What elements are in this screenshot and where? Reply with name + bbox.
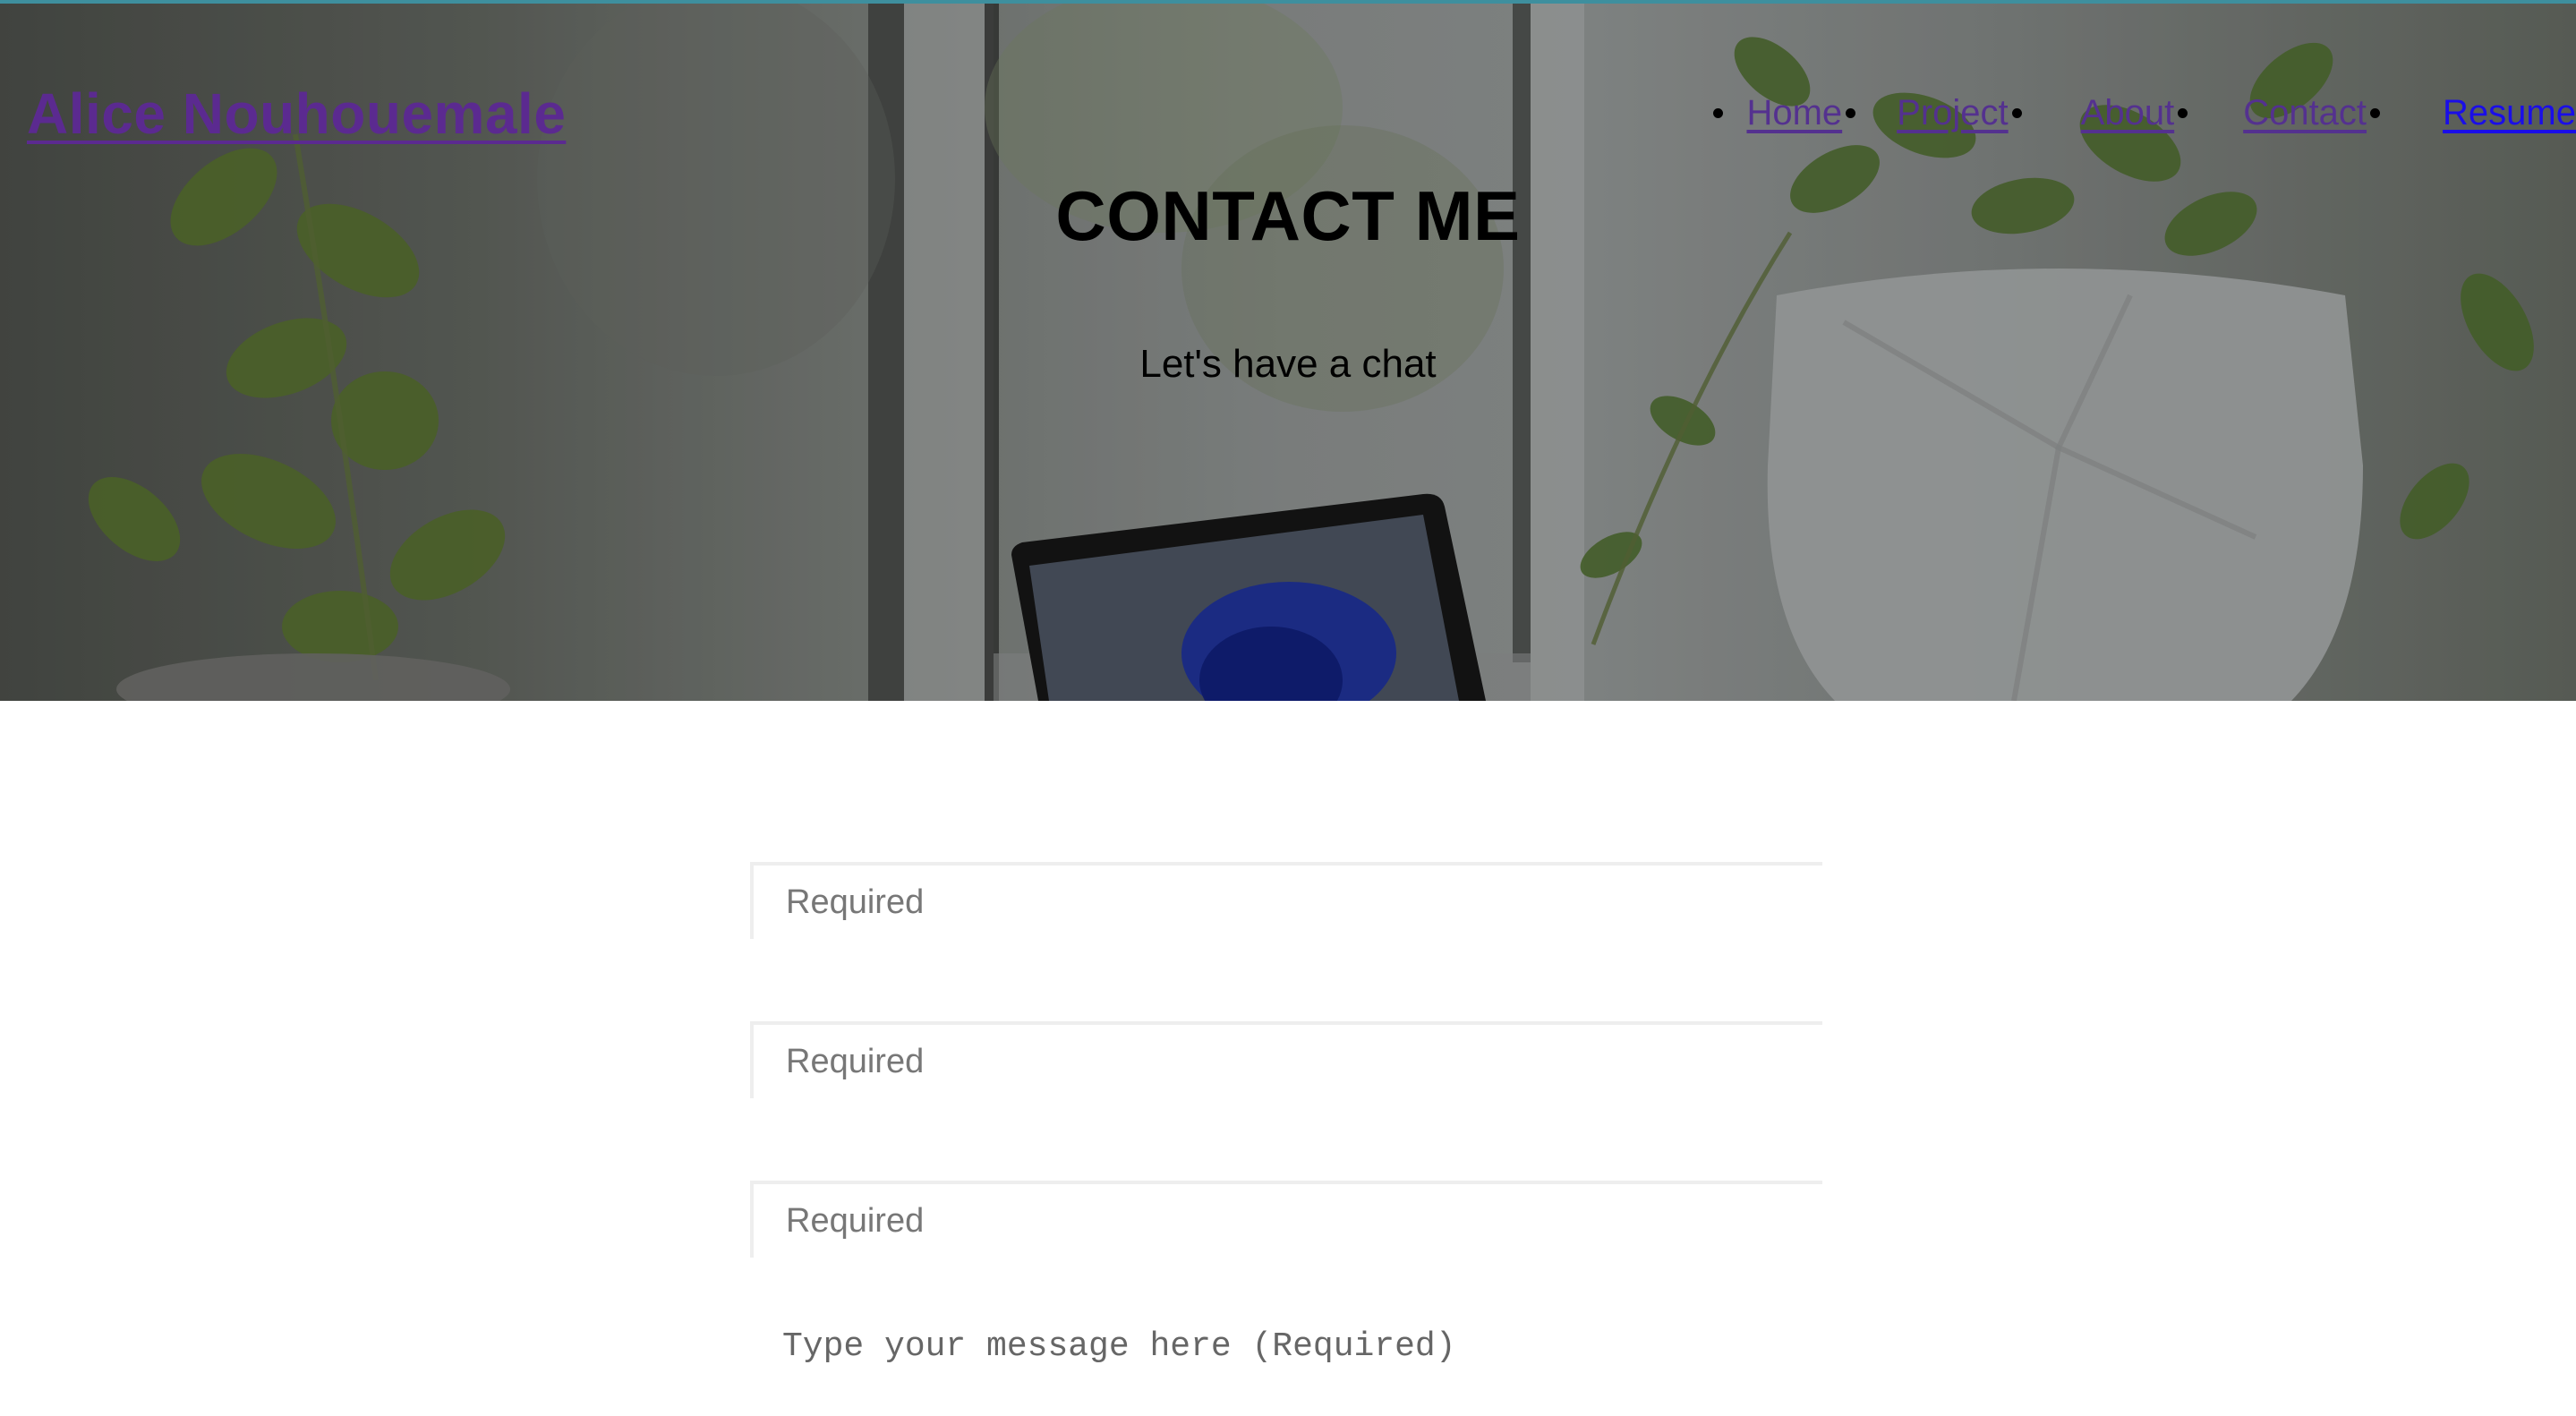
nav-link-project[interactable]: Project	[1897, 93, 2009, 133]
email-field[interactable]	[750, 1021, 1822, 1098]
site-title-link[interactable]: Alice Nouhouemale	[27, 81, 566, 147]
nav-item-contact: Contact	[2174, 93, 2367, 133]
list-bullet	[2370, 108, 2381, 118]
page-heading: CONTACT ME	[1055, 176, 1521, 255]
nav-item-about: About	[2009, 93, 2175, 133]
nav-link-contact[interactable]: Contact	[2243, 93, 2367, 133]
list-bullet	[2011, 108, 2022, 118]
main-nav: Home Project About Contact Resume	[1713, 93, 2576, 133]
message-textarea[interactable]	[750, 1327, 1822, 1416]
list-bullet	[1846, 108, 1856, 118]
hero-banner: Alice Nouhouemale Home Project About Con…	[0, 0, 2576, 701]
nav-item-project: Project	[1842, 93, 2009, 133]
subject-field[interactable]	[750, 1181, 1822, 1258]
nav-link-home[interactable]: Home	[1746, 93, 1842, 133]
list-bullet	[1713, 108, 1724, 118]
nav-item-home: Home	[1713, 93, 1842, 133]
name-field[interactable]	[750, 862, 1822, 939]
nav-item-resume: Resume	[2367, 93, 2576, 133]
list-bullet	[2178, 108, 2188, 118]
page: Alice Nouhouemale Home Project About Con…	[0, 0, 2576, 1416]
hero-top-accent-line	[0, 0, 2576, 4]
nav-link-resume[interactable]: Resume	[2443, 93, 2576, 133]
page-subheading: Let's have a chat	[1139, 342, 1437, 386]
nav-link-about[interactable]: About	[2081, 93, 2175, 133]
